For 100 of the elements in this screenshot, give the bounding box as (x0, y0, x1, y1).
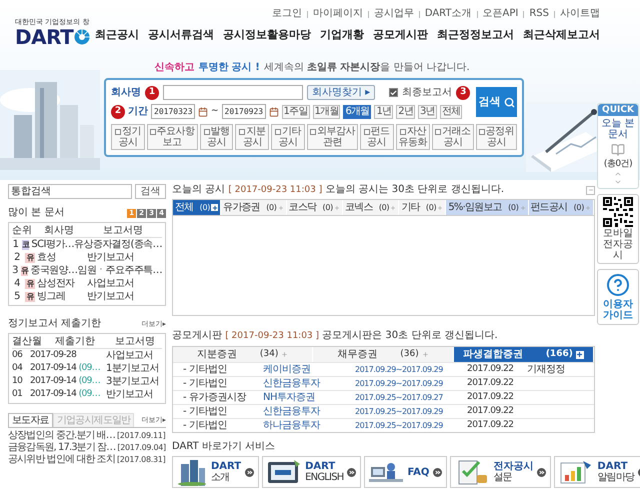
company-link[interactable]: 효성 (37, 250, 87, 265)
market-tab[interactable]: 펀드공시 (0) (528, 200, 594, 215)
report-link[interactable]: 임원ㆍ주요주주특… (77, 263, 162, 278)
table-cell-text: - 기타법인 (183, 377, 228, 391)
company-link[interactable]: 신한금융투자 (263, 404, 355, 419)
shortcut-card[interactable]: DART 알림마당 (554, 456, 640, 488)
market-tab[interactable]: 유가증권 (0) (221, 200, 287, 215)
company-field[interactable] (163, 85, 303, 100)
table-cell-text: 2017.09.25~2017.09.29 (355, 406, 444, 418)
search-field[interactable]: 통합검색 (8, 184, 132, 199)
report-link[interactable]: 사업보고서 (87, 276, 134, 291)
rank: 5 (13, 290, 21, 304)
period-button[interactable]: 6개월 (343, 104, 372, 118)
plus-icon[interactable] (576, 350, 584, 358)
report-link[interactable]: 반기보고서 (87, 289, 134, 304)
table-cell-text: 2017.09.22 (467, 418, 515, 432)
up-icon[interactable] (614, 170, 622, 178)
find-company-button[interactable]: 회사명찾기 ▸ (307, 85, 376, 100)
market-tab[interactable]: 코스닥 (0) (286, 200, 343, 215)
nav-link[interactable]: 최근삭제보고서 (523, 28, 600, 42)
company-link[interactable]: 빙그레 (37, 289, 87, 304)
table-cell-text: 2017.09.22 (467, 376, 515, 390)
shortcut-card[interactable]: FAQ (364, 456, 448, 488)
step-badge: 1 (145, 86, 159, 100)
search-button[interactable]: 검색 (476, 87, 517, 117)
market-tab[interactable]: 5%·임원보고 (0) (446, 200, 529, 215)
news-tab[interactable]: 보도자료 (8, 413, 53, 427)
logo[interactable]: DART (15, 27, 74, 47)
rank: 4 (13, 277, 21, 291)
nav-link[interactable]: 공모게시판 (373, 28, 428, 42)
market-tab[interactable]: 기타 (0) (399, 200, 446, 215)
top-link[interactable]: RSS (529, 8, 549, 20)
shortcut-card[interactable]: 전자공시 설문 (450, 456, 552, 488)
nav-link[interactable]: 최근공시 (95, 28, 139, 42)
company-link[interactable]: 중국원양… (30, 263, 78, 278)
report-link[interactable]: 3분기보고서 (106, 374, 159, 389)
rank: 2 (13, 251, 21, 265)
top-link[interactable]: 공시업무 (374, 8, 414, 20)
period-button[interactable]: 1년 (374, 104, 394, 118)
type-filter-button[interactable]: 자산 유동화 (396, 124, 430, 150)
company-link[interactable]: 하나금융투자 (263, 418, 355, 433)
market-tab[interactable]: 코넥스 (0) (342, 200, 400, 215)
table-cell-text: 06 (12, 348, 24, 362)
qr-card[interactable]: 모바일전자공시 (597, 194, 639, 264)
minus-icon (588, 187, 594, 193)
plus-icon[interactable] (211, 204, 218, 211)
search-icon (504, 96, 515, 108)
column-header: 순위 (12, 224, 33, 238)
checkbox[interactable] (389, 88, 398, 97)
news-link[interactable]: 공시위반 법인에 대한 조치 [2017.08.31] (8, 454, 166, 466)
market-tab[interactable]: 전체 (0) (173, 200, 222, 215)
top-link[interactable]: 오픈API (482, 8, 518, 20)
shortcut-card[interactable]: DART 소개 (172, 456, 260, 488)
security-tab[interactable]: 채무증권 (36) (313, 347, 454, 362)
security-tab[interactable]: 지분증권 (34) (173, 347, 314, 362)
report-link[interactable]: 유상증자결정(종속… (74, 237, 162, 252)
search-button[interactable]: 검색 (135, 184, 166, 199)
table-cell-text: - 유가증권시장 (183, 391, 248, 405)
period-button[interactable]: 2년 (396, 104, 415, 118)
top-link[interactable]: 로그인 (272, 8, 302, 20)
type-filter-button[interactable]: 정기 공시 (111, 124, 145, 150)
calendar-icon (198, 106, 208, 116)
shortcut-card[interactable]: DART ENGLISH (262, 456, 362, 488)
top-link[interactable]: 사이트맵 (560, 8, 600, 20)
report-link[interactable]: 반기보고서 (87, 250, 134, 265)
report-link[interactable]: 사업보고서 (106, 348, 154, 363)
company-link[interactable]: 케이비증권 (263, 362, 355, 377)
top-link[interactable]: DART소개 (424, 8, 472, 20)
down-icon[interactable] (614, 178, 622, 186)
security-tab[interactable]: 파생결합증권 (166) (454, 347, 594, 362)
company-link[interactable]: 삼성전자 (37, 276, 87, 291)
type-filter-button[interactable]: 주요사항 보고 (146, 124, 198, 150)
type-filter-button[interactable]: 지분 공시 (235, 124, 270, 150)
news-link[interactable]: 금융감독원, 17.3분기 잠… [2017.09.04] (8, 442, 166, 454)
top-link[interactable]: 마이페이지 (312, 8, 363, 20)
nav-link[interactable]: 공시정보활용마당 (223, 28, 311, 42)
company-link[interactable]: NH투자증권 (263, 390, 355, 405)
type-filter-button[interactable]: 기타 공시 (271, 124, 305, 150)
company-link[interactable]: SCI평가… (31, 237, 74, 252)
type-filter-button[interactable]: 외부감사 관련 (306, 124, 358, 150)
nav-link[interactable]: 기업개황 (320, 28, 364, 42)
type-filter-button[interactable]: 발행 공시 (200, 124, 234, 150)
type-filter-button[interactable]: 거래소 공시 (432, 124, 474, 150)
type-filter-button[interactable]: 펀드 공시 (360, 124, 394, 150)
company-link[interactable]: 신한금융투자 (263, 376, 355, 391)
type-filter-button[interactable]: 공정위 공시 (476, 124, 518, 150)
period-button[interactable]: 1개월 (312, 104, 340, 118)
period-button[interactable]: 3년 (418, 104, 437, 118)
nav-link[interactable]: 최근정정보고서 (437, 28, 514, 42)
nav-link[interactable]: 공시서류검색 (148, 28, 214, 42)
minimize-button[interactable] (586, 186, 595, 194)
guide-card[interactable]: 이용자가이드 (597, 269, 639, 325)
period-button[interactable]: 전체 (440, 104, 462, 118)
date-field[interactable]: 20170323 (151, 104, 195, 119)
checkbox-label: 최종보고서 (402, 86, 452, 100)
period-button[interactable]: 1주일 (282, 104, 310, 118)
report-link[interactable]: 반기보고서 (106, 387, 154, 402)
date-field[interactable]: 20170923 (222, 104, 266, 119)
news-link[interactable]: 상장법인의 중간.분기 배… [2017.09.11] (8, 430, 166, 442)
report-link[interactable]: 1분기보고서 (106, 361, 159, 376)
